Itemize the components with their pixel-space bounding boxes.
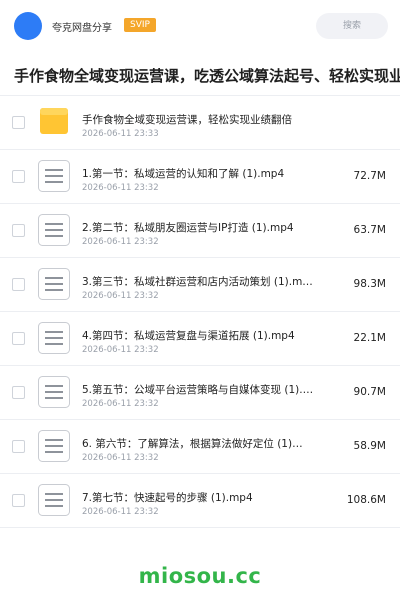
header: 夸克网盘分享 SVIP 搜索 xyxy=(0,0,400,54)
document-icon xyxy=(38,268,70,300)
file-size: 108.6M xyxy=(346,494,386,506)
file-size: 98.3M xyxy=(353,278,386,290)
page-title: 手作食物全域变现运营课，吃透公域算法起号、轻松实现业 xyxy=(14,67,400,85)
row-checkbox[interactable] xyxy=(12,116,25,129)
row-checkbox[interactable] xyxy=(12,386,25,399)
file-date: 2026-06-11 23:32 xyxy=(82,399,159,409)
file-date: 2026-06-11 23:32 xyxy=(82,453,159,463)
svip-badge: SVIP xyxy=(124,18,156,32)
file-list: 手作食物全域变现运营课，轻松实现业绩翻倍 2026-06-11 23:33 1.… xyxy=(0,96,400,528)
file-name: 手作食物全域变现运营课，轻松实现业绩翻倍 xyxy=(82,114,292,126)
list-item[interactable]: 手作食物全域变现运营课，轻松实现业绩翻倍 2026-06-11 23:33 xyxy=(0,96,400,150)
row-checkbox[interactable] xyxy=(12,278,25,291)
file-size: 22.1M xyxy=(353,332,386,344)
row-checkbox[interactable] xyxy=(12,224,25,237)
watermark: miosou.cc xyxy=(138,564,262,588)
file-size: 58.9M xyxy=(353,440,386,452)
row-checkbox[interactable] xyxy=(12,494,25,507)
file-name: 7.第七节：快速起号的步骤 (1).mp4 xyxy=(82,492,253,504)
file-size: 63.7M xyxy=(353,224,386,236)
search-input[interactable]: 搜索 xyxy=(316,13,388,39)
document-icon xyxy=(38,160,70,192)
file-name: 4.第四节：私域运营复盘与渠道拓展 (1).mp4 xyxy=(82,330,295,342)
file-date: 2026-06-11 23:32 xyxy=(82,507,159,517)
title-bar: 手作食物全域变现运营课，吃透公域算法起号、轻松实现业 xyxy=(0,54,400,96)
row-checkbox[interactable] xyxy=(12,332,25,345)
file-size: 72.7M xyxy=(353,170,386,182)
row-checkbox[interactable] xyxy=(12,170,25,183)
list-item[interactable]: 5.第五节：公域平台运营策略与自媒体变现 (1).… 2026-06-11 23… xyxy=(0,366,400,420)
document-icon xyxy=(38,484,70,516)
list-item[interactable]: 6. 第六节：了解算法，根据算法做好定位 (1)… 2026-06-11 23:… xyxy=(0,420,400,474)
list-item[interactable]: 4.第四节：私域运营复盘与渠道拓展 (1).mp4 2026-06-11 23:… xyxy=(0,312,400,366)
file-date: 2026-06-11 23:32 xyxy=(82,291,159,301)
document-icon xyxy=(38,376,70,408)
folder-icon xyxy=(40,108,68,134)
file-name: 5.第五节：公域平台运营策略与自媒体变现 (1).… xyxy=(82,384,314,396)
file-name: 6. 第六节：了解算法，根据算法做好定位 (1)… xyxy=(82,438,303,450)
file-date: 2026-06-11 23:32 xyxy=(82,237,159,247)
share-owner-name: 夸克网盘分享 xyxy=(52,23,112,34)
list-item[interactable]: 2.第二节：私域朋友圈运营与IP打造 (1).mp4 2026-06-11 23… xyxy=(0,204,400,258)
document-icon xyxy=(38,430,70,462)
row-checkbox[interactable] xyxy=(12,440,25,453)
list-item[interactable]: 1.第一节：私域运营的认知和了解 (1).mp4 2026-06-11 23:3… xyxy=(0,150,400,204)
document-icon xyxy=(38,322,70,354)
document-icon xyxy=(38,214,70,246)
file-name: 2.第二节：私域朋友圈运营与IP打造 (1).mp4 xyxy=(82,222,294,234)
avatar[interactable] xyxy=(14,12,42,40)
file-name: 3.第三节：私域社群运营和店内活动策划 (1).m… xyxy=(82,276,313,288)
file-date: 2026-06-11 23:32 xyxy=(82,183,159,193)
file-date: 2026-06-11 23:33 xyxy=(82,129,159,139)
file-size: 90.7M xyxy=(353,386,386,398)
file-name: 1.第一节：私域运营的认知和了解 (1).mp4 xyxy=(82,168,285,180)
file-date: 2026-06-11 23:32 xyxy=(82,345,159,355)
list-item[interactable]: 3.第三节：私域社群运营和店内活动策划 (1).m… 2026-06-11 23… xyxy=(0,258,400,312)
list-item[interactable]: 7.第七节：快速起号的步骤 (1).mp4 2026-06-11 23:32 1… xyxy=(0,474,400,528)
